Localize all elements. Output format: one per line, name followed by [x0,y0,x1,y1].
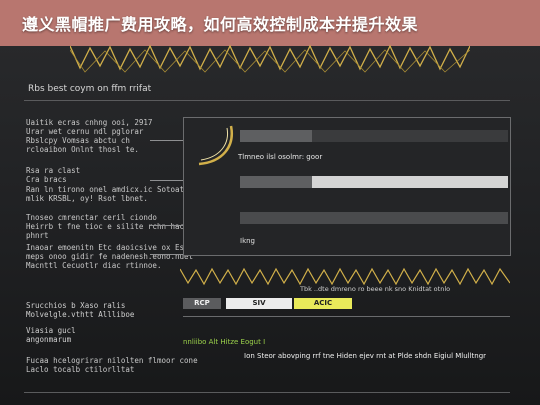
connector-line [150,180,185,181]
left-text-block-6: Srucchios b Xaso ralis Molvelgle.vthtt A… [26,301,135,319]
bottom-description-line: Ion Steor abovping rrf tne Hiden ejev rn… [244,352,487,360]
bottom-highlight-line: nnliibo Alt Hitze Eogut I [183,338,266,346]
bottom-note: Tbk ..dte dmreno ro beee nk sno Knidtat … [300,285,451,293]
panel-row-segment [240,176,312,188]
page-title: 遵义黑帽推广费用攻略，如何高效控制成本并提升效果 [22,15,419,34]
section-heading: Rbs best coym on ffm rrifat [28,84,152,94]
connector-line [150,254,185,255]
divider [183,316,510,317]
header-banner: 遵义黑帽推广费用攻略，如何高效控制成本并提升效果 [0,0,540,46]
panel-row[interactable] [240,212,508,224]
acic-button[interactable]: ACIC [294,298,352,309]
divider [24,392,510,393]
left-text-block-5: Inaoar emoenitn Etc daoicsive ox Esitis … [26,243,202,270]
panel-row-text: Ikng [240,237,255,245]
panel-row-label: Tlmneo ilsl osolmr: goor [238,153,323,161]
left-text-block-8: Fucaa hcelogrirar nilolten flmoor cone L… [26,356,198,374]
left-text-block-2: Rsa ra clast Cra bracs [26,166,81,184]
divider [24,100,510,101]
panel-input-row[interactable] [240,176,508,188]
left-text-block-1: Uaitik ecras cnhng ooi, 2917 Urar wet ce… [26,118,153,154]
gold-arc-decoration [195,124,235,168]
connector-line [150,225,185,226]
panel-row[interactable] [240,130,508,142]
panel-row-segment [240,130,312,142]
siv-button[interactable]: SIV [226,298,292,309]
left-text-block-4: Tnoseo cmrenctar ceril ciondo Heirrb t f… [26,213,202,240]
left-text-block-7: Viasia gucl angonmarum [26,326,76,344]
rcp-button[interactable]: RCP [183,298,221,309]
left-text-block-3: Ran ln tirono onel amdicx.ic Sotoats mli… [26,185,189,203]
decorative-gold-band-top [70,44,470,74]
